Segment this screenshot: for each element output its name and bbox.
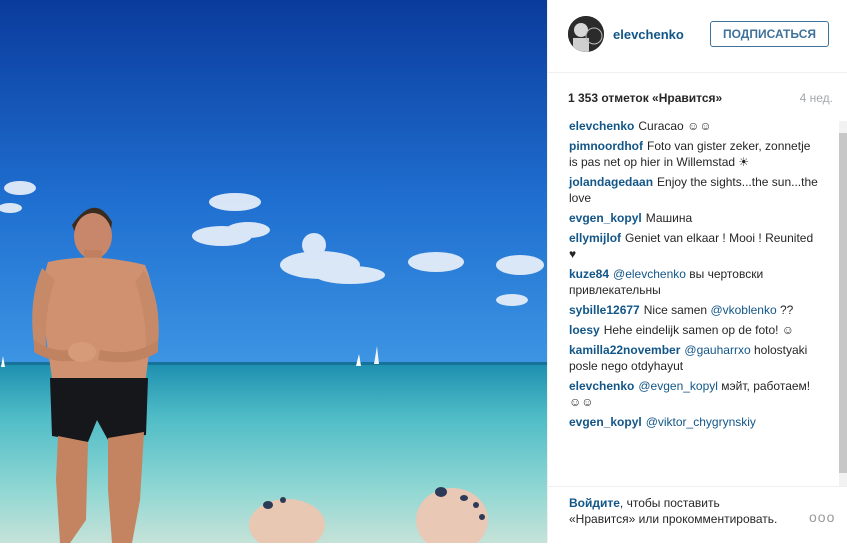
login-link[interactable]: Войдите xyxy=(569,496,620,510)
comment-username[interactable]: ellymijlof xyxy=(569,231,621,245)
comments-list[interactable]: elevchenko Curacao ☺☺ pimnoordhof Foto van… xyxy=(548,116,839,486)
post-age[interactable]: 4 нед. xyxy=(800,91,833,105)
comment-text-tail: ?? xyxy=(780,303,794,317)
comment-username[interactable]: elevchenko xyxy=(569,379,634,393)
more-options-button[interactable]: ooo xyxy=(809,509,835,525)
comment-username[interactable]: evgen_kopyl xyxy=(569,415,642,429)
comment-item: loesy Hehe eindelijk samen op de foto! ☺ xyxy=(548,320,839,340)
comment-username[interactable]: evgen_kopyl xyxy=(569,211,642,225)
comment-mention[interactable]: @gauharrxo xyxy=(684,343,750,357)
comment-item: evgen_kopyl Машина xyxy=(548,208,839,228)
comment-username[interactable]: loesy xyxy=(569,323,600,337)
comment-username[interactable]: jolandagedaan xyxy=(569,175,653,189)
comment-item: elevchenko Curacao ☺☺ xyxy=(548,116,839,136)
comment-item: pimnoordhof Foto van gister zeker, zonnet… xyxy=(548,136,839,172)
post-header: elevchenko ПОДПИСАТЬСЯ xyxy=(548,0,847,73)
follow-button[interactable]: ПОДПИСАТЬСЯ xyxy=(710,21,829,47)
comment-text: Nice samen xyxy=(643,303,708,317)
comment-text: Машина xyxy=(645,211,693,225)
comment-item: jolandagedaan Enjoy the sights...the sun.… xyxy=(548,172,839,208)
comment-username[interactable]: elevchenko xyxy=(569,119,634,133)
comment-item: sybille12677 Nice samen @vkoblenko ?? xyxy=(548,300,839,320)
post-footer: Войдите, чтобы поставить «Нравится» или … xyxy=(548,486,847,544)
comments-scrollbar-thumb[interactable] xyxy=(839,133,847,473)
comment-item: evgen_kopyl @viktor_chygrynskiy xyxy=(548,412,839,432)
avatar[interactable] xyxy=(568,16,604,52)
comment-mention[interactable]: @viktor_chygrynskiy xyxy=(646,415,756,429)
post-author-username[interactable]: elevchenko xyxy=(613,27,684,42)
comment-text: Hehe eindelijk samen op de foto! ☺ xyxy=(603,323,795,337)
comment-text: Curacao ☺☺ xyxy=(638,119,712,133)
avatar-image-icon xyxy=(568,16,604,52)
comment-username[interactable]: kuze84 xyxy=(569,267,609,281)
comment-item: elevchenko @evgen_kopyl мэйт, работаем! ☺… xyxy=(548,376,839,412)
post-photo xyxy=(0,0,547,543)
comment-mention[interactable]: @evgen_kopyl xyxy=(638,379,718,393)
comment-username[interactable]: sybille12677 xyxy=(569,303,640,317)
comment-mention[interactable]: @vkoblenko xyxy=(710,303,776,317)
comment-item: ellymijlof Geniet van elkaar ! Mooi ! Reu… xyxy=(548,228,839,264)
post-meta: 1 353 отметок «Нравится» 4 нед. xyxy=(568,91,833,107)
comment-username[interactable]: kamilla22november xyxy=(569,343,680,357)
comment-item: kamilla22november @gauharrxo holostyaki p… xyxy=(548,340,839,376)
comment-username[interactable]: pimnoordhof xyxy=(569,139,643,153)
post-sidebar: elevchenko ПОДПИСАТЬСЯ 1 353 отметок «Нр… xyxy=(547,0,847,543)
comment-item: kuze84 @elevchenko вы чертовски привлекат… xyxy=(548,264,839,300)
likes-count[interactable]: 1 353 отметок «Нравится» xyxy=(568,91,722,105)
comment-mention[interactable]: @elevchenko xyxy=(613,267,686,281)
login-prompt: Войдите, чтобы поставить «Нравится» или … xyxy=(569,495,784,527)
